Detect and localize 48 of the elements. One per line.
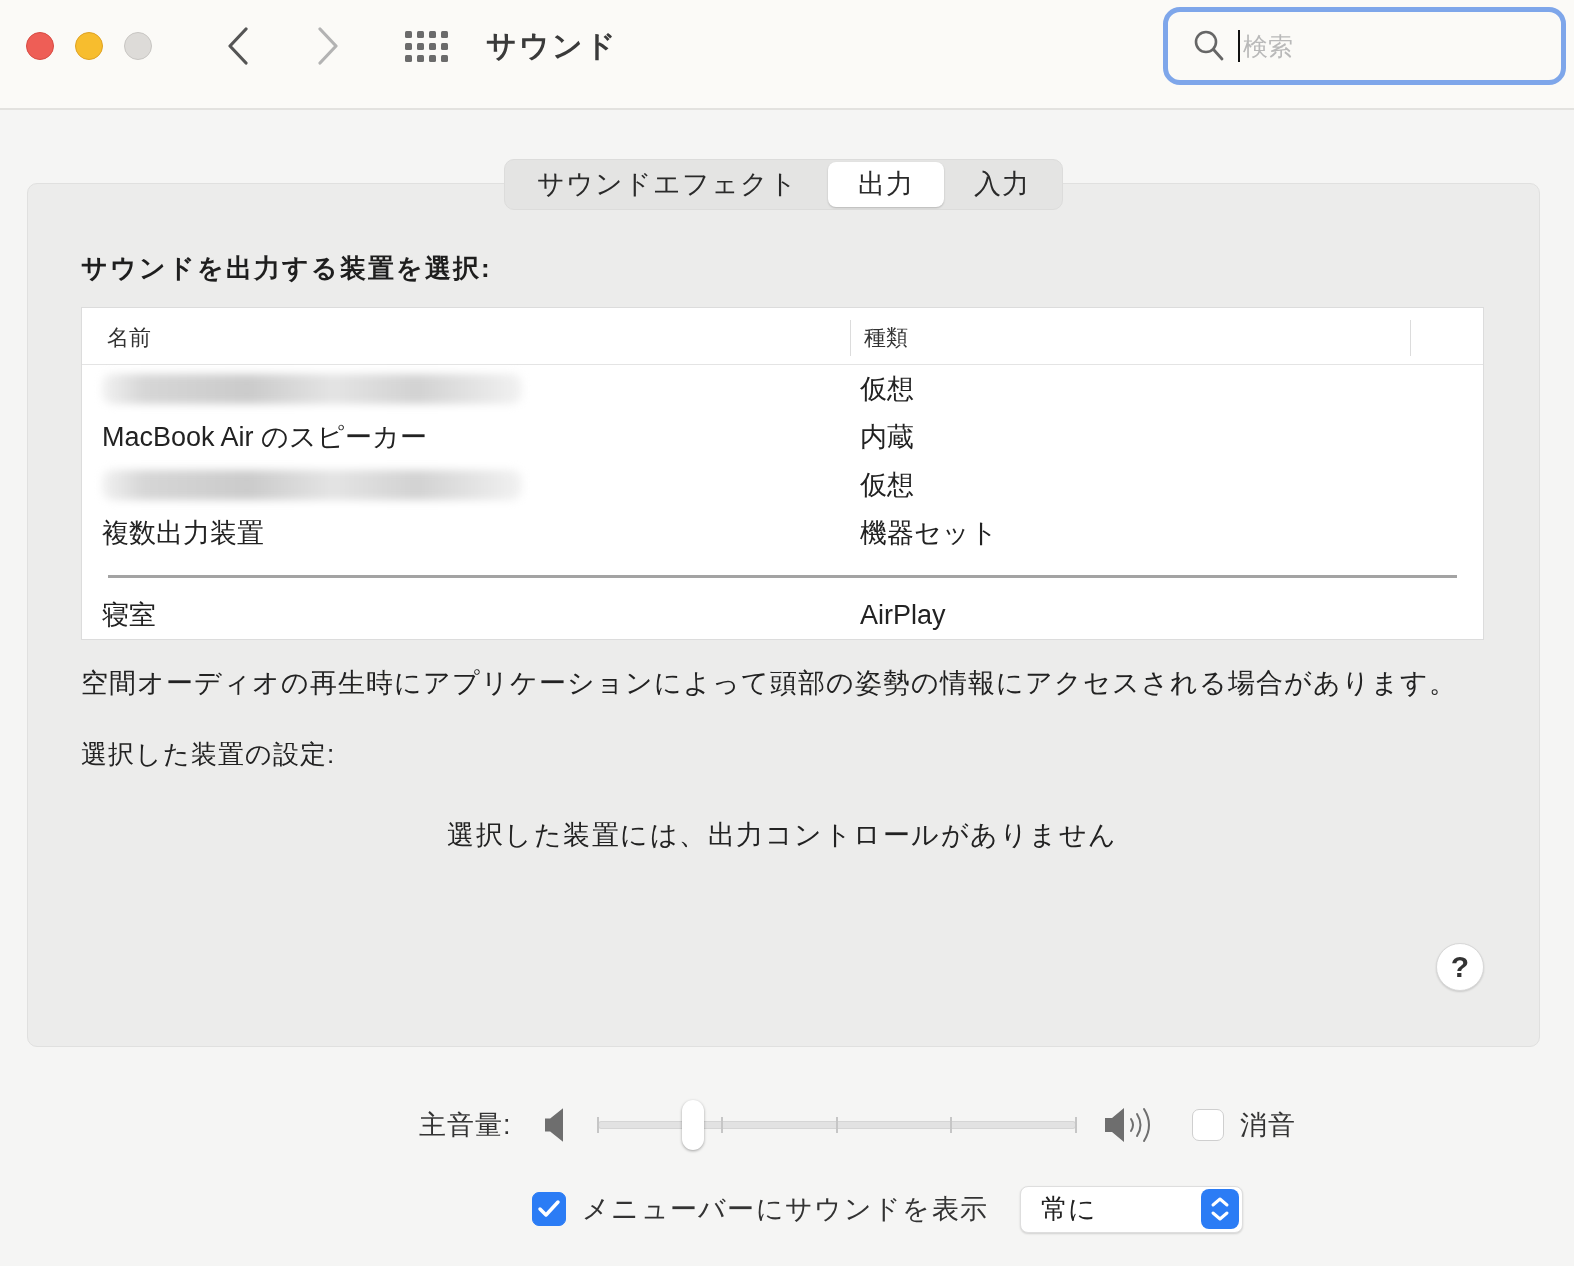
zoom-button[interactable] <box>124 32 152 60</box>
tick-mark <box>596 1117 599 1133</box>
column-header[interactable]: 名前 <box>107 324 151 352</box>
tab[interactable]: 出力 <box>828 162 944 207</box>
table-cell: 内蔵 <box>860 422 914 452</box>
chevron-left-icon[interactable] <box>227 27 249 65</box>
slider-thumb[interactable] <box>682 1100 705 1150</box>
table-row[interactable]: MacBook Air のスピーカー 内蔵 <box>82 413 1483 461</box>
search-input[interactable]: 検索 <box>1243 31 1549 61</box>
column-header[interactable]: 種類 <box>864 324 908 352</box>
tick-mark <box>1074 1117 1077 1133</box>
table-cell: 寝室 <box>102 600 156 630</box>
table-cell: 機器セット <box>860 518 998 548</box>
tick-mark <box>835 1117 838 1133</box>
popup-button[interactable]: 常に <box>1020 1185 1244 1233</box>
checkbox-label: メニューバーにサウンドを表示 <box>582 1193 989 1225</box>
help-button[interactable]: ? <box>1436 943 1484 991</box>
search-icon <box>1194 30 1224 62</box>
table-cell: AirPlay <box>860 600 946 630</box>
volume-slider[interactable] <box>597 1100 1076 1150</box>
menu-bar-checkbox[interactable] <box>532 1192 566 1226</box>
minimize-button[interactable] <box>75 32 103 60</box>
tab[interactable]: 入力 <box>944 162 1060 207</box>
table-row[interactable]: 仮想 <box>82 365 1483 413</box>
mute-label: 消音 <box>1239 1109 1296 1141</box>
table-row[interactable]: 複数出力装置 機器セット <box>82 509 1483 557</box>
tick-mark <box>950 1117 953 1133</box>
window-title: サウンド <box>486 28 618 64</box>
tab[interactable]: サウンドエフェクト <box>507 162 828 207</box>
text-cursor <box>1238 30 1240 62</box>
search-field[interactable]: 検索 <box>1163 7 1566 85</box>
table-cell: 仮想 <box>860 374 914 404</box>
stepper-icon <box>1201 1189 1240 1229</box>
table-row[interactable]: 仮想 <box>82 461 1483 509</box>
table-cell: 複数出力装置 <box>102 518 264 548</box>
grid-icon[interactable] <box>405 30 448 62</box>
volume-label: 主音量: <box>419 1109 512 1141</box>
close-button[interactable] <box>26 32 54 60</box>
section-label: 選択した装置の設定: <box>81 738 336 770</box>
tick-mark <box>720 1117 723 1133</box>
status-message: 選択した装置には、出力コントロールがありません <box>447 819 1118 851</box>
checkmark-icon <box>537 1199 561 1219</box>
table-row[interactable]: 寝室 AirPlay <box>82 591 1483 639</box>
section-heading: サウンドを出力する装置を選択: <box>81 253 492 283</box>
table-cell: MacBook Air のスピーカー <box>102 422 428 452</box>
info-text: 空間オーディオの再生時にアプリケーションによって頭部の姿勢の情報にアクセスされる場合があります。 <box>81 667 1457 699</box>
mute-checkbox[interactable] <box>1191 1109 1224 1141</box>
table-cell: 仮想 <box>860 470 914 500</box>
